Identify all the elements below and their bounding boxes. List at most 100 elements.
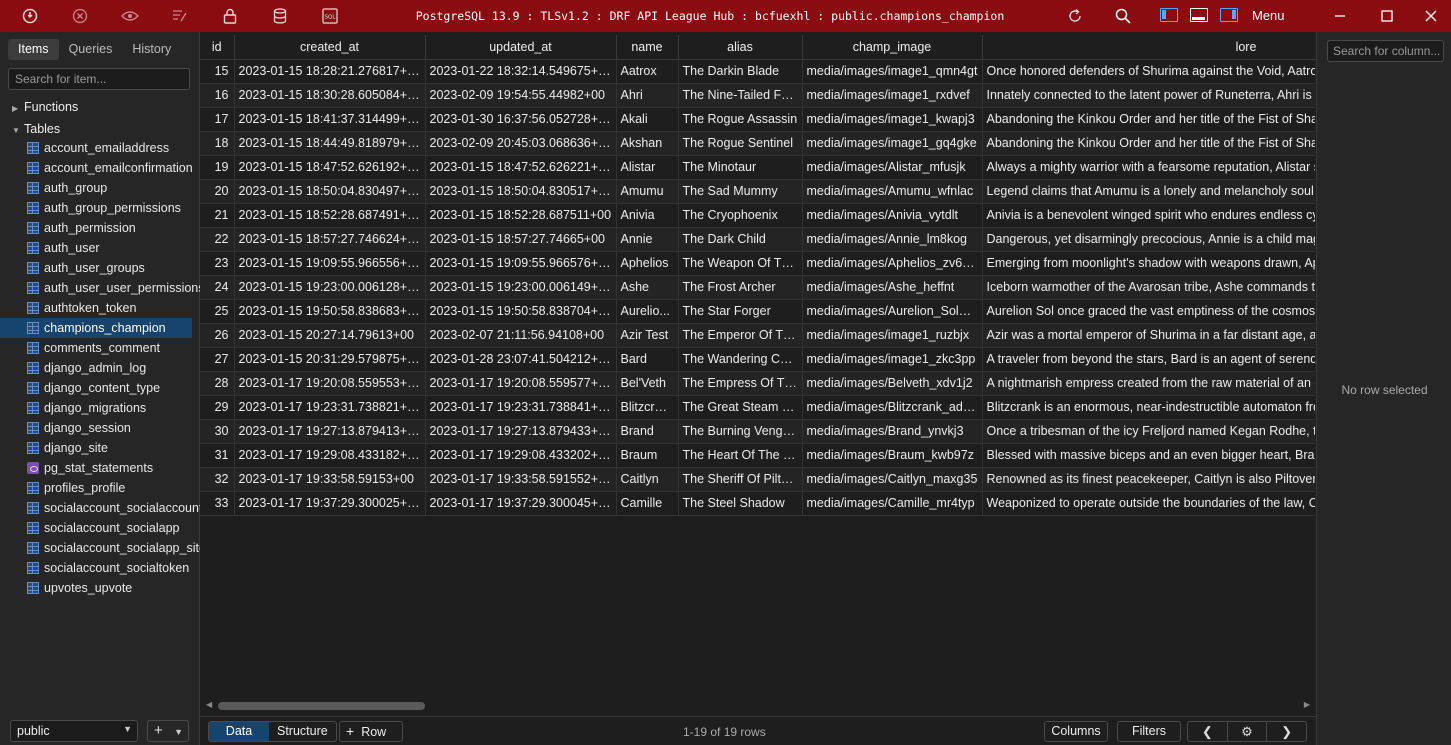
cell-champ-image[interactable]: media/images/image1_qmn4gt — [802, 59, 983, 84]
gear-icon[interactable]: ⚙ — [1228, 722, 1268, 741]
column-header-updated-at[interactable]: updated_at — [425, 35, 617, 60]
horizontal-scrollbar[interactable]: ◀ ▶ — [206, 700, 1310, 711]
table-row[interactable]: 19 2023-01-15 18:47:52.626192+00 2023-01-1… — [200, 155, 1315, 180]
cell-alias[interactable]: The Great Steam Go... — [678, 395, 803, 420]
cell-created-at[interactable]: 2023-01-15 19:09:55.966556+00 — [234, 251, 426, 276]
cell-champ-image[interactable]: media/images/Alistar_mfusjk — [802, 155, 983, 180]
cell-updated-at[interactable]: 2023-01-17 19:33:58.591552+00 — [425, 467, 617, 492]
edit-list-icon[interactable] — [170, 6, 190, 26]
cell-name[interactable]: Ahri — [616, 83, 679, 108]
cell-created-at[interactable]: 2023-01-15 19:50:58.838683+00 — [234, 299, 426, 324]
cell-lore[interactable]: Once honored defenders of Shurima agains… — [982, 59, 1315, 84]
sidebar-item-socialaccount-socialtoken[interactable]: socialaccount_socialtoken — [0, 558, 200, 578]
cell-updated-at[interactable]: 2023-01-15 18:50:04.830517+00 — [425, 179, 617, 204]
scroll-left-icon[interactable]: ◀ — [206, 700, 212, 709]
cell-lore[interactable]: Azir was a mortal emperor of Shurima in … — [982, 323, 1315, 348]
cell-champ-image[interactable]: media/images/image1_ruzbjx — [802, 323, 983, 348]
cell-champ-image[interactable]: media/images/image1_kwapj3 — [802, 107, 983, 132]
cell-lore[interactable]: Weaponized to operate outside the bounda… — [982, 491, 1315, 516]
cell-alias[interactable]: The Wandering Car... — [678, 347, 803, 372]
cell-name[interactable]: Ashe — [616, 275, 679, 300]
table-row[interactable]: 31 2023-01-17 19:29:08.433182+00 2023-01-1… — [200, 443, 1315, 468]
cell-id[interactable]: 23 — [200, 251, 235, 276]
table-row[interactable]: 28 2023-01-17 19:20:08.559553+00 2023-01-1… — [200, 371, 1315, 396]
cell-champ-image[interactable]: media/images/image1_rxdvef — [802, 83, 983, 108]
sidebar-item-socialaccount-socialaccount[interactable]: socialaccount_socialaccount — [0, 498, 202, 518]
cell-updated-at[interactable]: 2023-01-17 19:27:13.879433+00 — [425, 419, 617, 444]
cell-id[interactable]: 28 — [200, 371, 235, 396]
cell-lore[interactable]: Legend claims that Amumu is a lonely and… — [982, 179, 1315, 204]
tab-queries[interactable]: Queries — [59, 39, 123, 60]
scrollbar-thumb[interactable] — [218, 702, 425, 710]
cell-champ-image[interactable]: media/images/Ashe_heffnt — [802, 275, 983, 300]
cell-updated-at[interactable]: 2023-01-15 19:50:58.838704+00 — [425, 299, 617, 324]
table-row[interactable]: 30 2023-01-17 19:27:13.879413+00 2023-01-1… — [200, 419, 1315, 444]
column-header-created-at[interactable]: created_at — [234, 35, 426, 60]
cell-name[interactable]: Camille — [616, 491, 679, 516]
sidebar-item-socialaccount-socialapp-sites[interactable]: socialaccount_socialapp_sites — [0, 538, 212, 558]
cell-name[interactable]: Bard — [616, 347, 679, 372]
cell-updated-at[interactable]: 2023-01-15 18:52:28.687511+00 — [425, 203, 617, 228]
sidebar-item-socialaccount-socialapp[interactable]: socialaccount_socialapp — [0, 518, 200, 538]
cell-alias[interactable]: The Dark Child — [678, 227, 803, 252]
cell-lore[interactable]: Blessed with massive biceps and an even … — [982, 443, 1315, 468]
cell-updated-at[interactable]: 2023-01-15 18:47:52.626221+00 — [425, 155, 617, 180]
cell-id[interactable]: 21 — [200, 203, 235, 228]
cell-lore[interactable]: Abandoning the Kinkou Order and her titl… — [982, 107, 1315, 132]
cell-id[interactable]: 17 — [200, 107, 235, 132]
cell-updated-at[interactable]: 2023-02-09 19:54:55.44982+00 — [425, 83, 617, 108]
cell-alias[interactable]: The Nine-Tailed Foxt — [678, 83, 803, 108]
cell-alias[interactable]: The Rogue Sentinel — [678, 131, 803, 156]
cell-name[interactable]: Akali — [616, 107, 679, 132]
columns-button[interactable]: Columns — [1044, 721, 1108, 742]
table-row[interactable]: 24 2023-01-15 19:23:00.006128+00 2023-01-1… — [200, 275, 1315, 300]
sidebar-item-auth-user[interactable]: auth_user — [0, 238, 200, 258]
cell-lore[interactable]: Anivia is a benevolent winged spirit who… — [982, 203, 1315, 228]
minimize-icon[interactable] — [1330, 6, 1350, 26]
cell-id[interactable]: 27 — [200, 347, 235, 372]
table-row[interactable]: 17 2023-01-15 18:41:37.314499+00 2023-01-3… — [200, 107, 1315, 132]
cell-champ-image[interactable]: media/images/Caitlyn_maxg35 — [802, 467, 983, 492]
column-header-id[interactable]: id — [200, 35, 235, 60]
cell-name[interactable]: Brand — [616, 419, 679, 444]
cell-created-at[interactable]: 2023-01-15 18:28:21.276817+00 — [234, 59, 426, 84]
cell-lore[interactable]: Abandoning the Kinkou Order and her titl… — [982, 131, 1315, 156]
table-row[interactable]: 22 2023-01-15 18:57:27.746624+00 2023-01-1… — [200, 227, 1315, 252]
cell-created-at[interactable]: 2023-01-15 18:50:04.830497+00 — [234, 179, 426, 204]
tab-history[interactable]: History — [122, 39, 181, 60]
sidebar-item-django-migrations[interactable]: django_migrations — [0, 398, 200, 418]
cell-champ-image[interactable]: media/images/image1_zkc3pp — [802, 347, 983, 372]
cell-lore[interactable]: Emerging from moonlight's shadow with we… — [982, 251, 1315, 276]
cell-champ-image[interactable]: media/images/Aurelion_Sol_uj... — [802, 299, 983, 324]
cell-name[interactable]: Aatrox — [616, 59, 679, 84]
cell-updated-at[interactable]: 2023-01-15 18:57:27.74665+00 — [425, 227, 617, 252]
cell-id[interactable]: 30 — [200, 419, 235, 444]
cell-created-at[interactable]: 2023-01-15 18:52:28.687491+00 — [234, 203, 426, 228]
cell-champ-image[interactable]: media/images/image1_gq4gke — [802, 131, 983, 156]
column-header-champ-image[interactable]: champ_image — [802, 35, 983, 60]
sidebar-item-upvotes-upvote[interactable]: upvotes_upvote — [0, 578, 200, 598]
cell-created-at[interactable]: 2023-01-17 19:37:29.300025+00 — [234, 491, 426, 516]
cell-name[interactable]: Annie — [616, 227, 679, 252]
cell-name[interactable]: Anivia — [616, 203, 679, 228]
cell-champ-image[interactable]: media/images/Annie_lm8kog — [802, 227, 983, 252]
cell-id[interactable]: 20 — [200, 179, 235, 204]
table-row[interactable]: 23 2023-01-15 19:09:55.966556+00 2023-01-1… — [200, 251, 1315, 276]
cell-created-at[interactable]: 2023-01-15 18:57:27.746624+00 — [234, 227, 426, 252]
functions-group[interactable]: ▶ Functions — [12, 100, 78, 114]
cell-updated-at[interactable]: 2023-01-17 19:20:08.559577+00 — [425, 371, 617, 396]
cell-id[interactable]: 33 — [200, 491, 235, 516]
sidebar-item-account-emailconfirmation[interactable]: account_emailconfirmation — [0, 158, 200, 178]
sidebar-item-django-content-type[interactable]: django_content_type — [0, 378, 200, 398]
sidebar-item-profiles-profile[interactable]: profiles_profile — [0, 478, 200, 498]
close-window-icon[interactable] — [1421, 6, 1441, 26]
prev-page-icon[interactable]: ❮ — [1188, 722, 1228, 741]
sidebar-item-auth-user-user-permissions[interactable]: auth_user_user_permissions — [0, 278, 205, 298]
cell-champ-image[interactable]: media/images/Blitzcrank_adtsv7 — [802, 395, 983, 420]
cell-id[interactable]: 16 — [200, 83, 235, 108]
column-header-alias[interactable]: alias — [678, 35, 803, 60]
table-row[interactable]: 33 2023-01-17 19:37:29.300025+00 2023-01-1… — [200, 491, 1315, 516]
cell-name[interactable]: Bel'Veth — [616, 371, 679, 396]
table-row[interactable]: 20 2023-01-15 18:50:04.830497+00 2023-01-1… — [200, 179, 1315, 204]
cell-created-at[interactable]: 2023-01-17 19:33:58.59153+00 — [234, 467, 426, 492]
